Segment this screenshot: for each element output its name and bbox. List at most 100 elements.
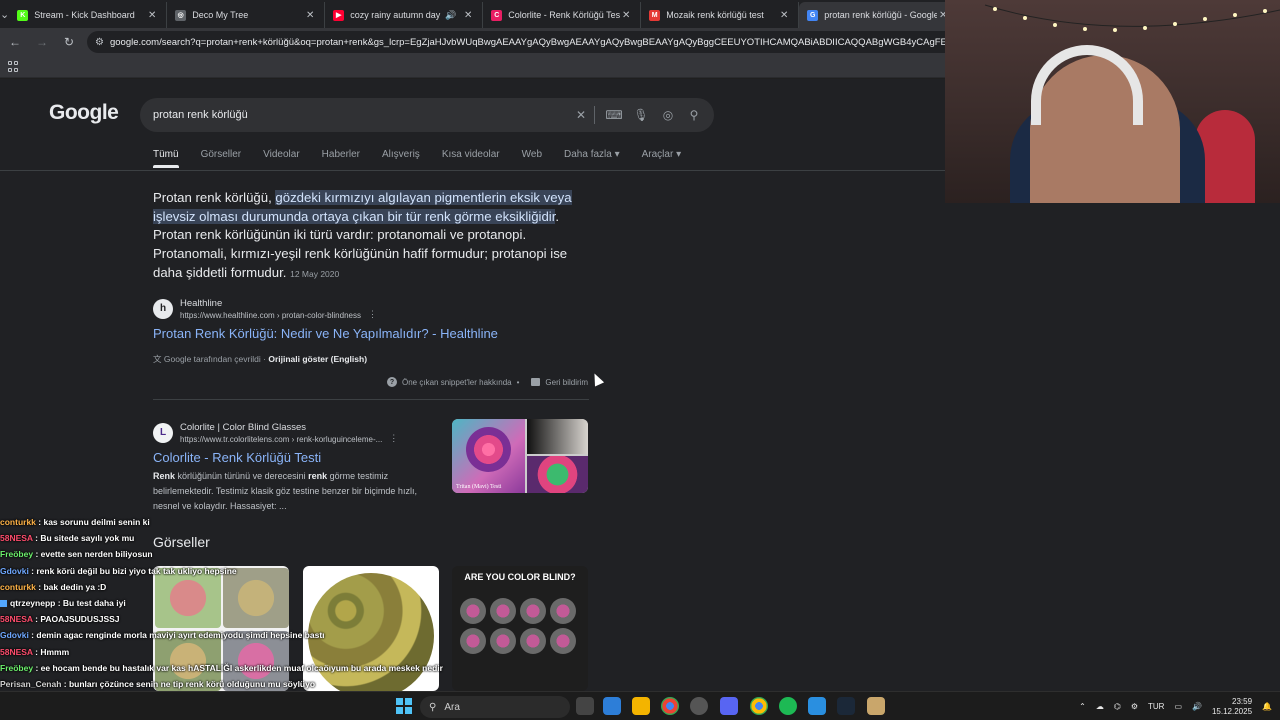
search-icon[interactable]: ⚲ bbox=[685, 106, 703, 124]
browser-tab[interactable]: ▶ cozy rainy autumn day 🔊 ✕ bbox=[325, 2, 484, 28]
chat-username[interactable]: Gdovki bbox=[0, 566, 29, 576]
task-view-icon[interactable] bbox=[576, 697, 594, 715]
result-link-healthline[interactable]: Protan Renk Körlüğü: Nedir ve Ne Yapılma… bbox=[153, 326, 498, 341]
chat-username[interactable]: 58NESA bbox=[0, 533, 33, 543]
search-tab[interactable]: Alışveriş bbox=[382, 149, 420, 168]
chat-text: PAOAJSUDUSJSSJ bbox=[40, 614, 120, 625]
chat-username[interactable]: Perisan_Cenah bbox=[0, 679, 61, 689]
tab-close-icon[interactable]: ✕ bbox=[304, 10, 316, 21]
chat-username[interactable]: Freöbey bbox=[0, 549, 33, 559]
apps-icon[interactable] bbox=[8, 61, 19, 72]
browser-tab[interactable]: K Stream - Kick Dashboard ✕ bbox=[9, 2, 168, 28]
feedback-link[interactable]: Geri bildirim bbox=[545, 378, 588, 387]
search-tab[interactable]: Videolar bbox=[263, 149, 300, 168]
steam-icon[interactable] bbox=[837, 697, 855, 715]
image-result-3[interactable]: ARE YOU COLOR BLIND? bbox=[452, 566, 588, 691]
taskbar-search[interactable]: ⚲ Ara bbox=[420, 696, 570, 718]
search-tab[interactable]: Araçlar ▾ bbox=[642, 149, 681, 168]
clear-icon[interactable]: ✕ bbox=[572, 106, 590, 124]
settings-icon[interactable]: ⚙ bbox=[1131, 702, 1138, 711]
volume-icon[interactable]: 🔊 bbox=[1192, 702, 1202, 711]
featured-snippet: Protan renk körlüğü, gözdeki kırmızıyı a… bbox=[153, 189, 593, 284]
discord-icon[interactable] bbox=[720, 697, 738, 715]
browser-tab[interactable]: C Colorlite - Renk Körlüğü Testi ✕ bbox=[483, 2, 642, 28]
lens-icon[interactable]: ◎ bbox=[659, 106, 677, 124]
browser-tabstrip: ⌄ K Stream - Kick Dashboard ✕ ◎ Deco My Tree… bbox=[0, 0, 958, 28]
spotify-icon[interactable] bbox=[779, 697, 797, 715]
network-icon[interactable]: ⌬ bbox=[1114, 702, 1121, 711]
chat-message: conturkk : bak dedin ya :D bbox=[0, 581, 107, 592]
chrome-active-icon[interactable] bbox=[750, 697, 768, 715]
back-icon[interactable]: ← bbox=[3, 30, 27, 54]
show-original-link[interactable]: Orijinali göster (English) bbox=[268, 354, 367, 364]
chat-username[interactable]: Freöbey bbox=[0, 663, 33, 673]
file-explorer-icon[interactable] bbox=[632, 697, 650, 715]
chat-text: kas sorunu deilmi senin ki bbox=[43, 517, 150, 527]
tab-close-icon[interactable]: ✕ bbox=[778, 10, 790, 21]
source-colorlite[interactable]: L Colorlite | Color Blind Glasses https:… bbox=[153, 421, 398, 444]
tab-favicon-icon: ▶ bbox=[333, 9, 345, 21]
google-logo[interactable]: Google bbox=[49, 101, 119, 125]
forward-icon[interactable]: → bbox=[30, 30, 54, 54]
chat-username[interactable]: Gdovki bbox=[0, 630, 29, 640]
search-tab[interactable]: Tümü bbox=[153, 149, 179, 168]
about-snippets-link[interactable]: Öne çıkan snippet'ler hakkında bbox=[402, 378, 512, 387]
tab-close-icon[interactable]: ✕ bbox=[462, 10, 474, 21]
tab-favicon-icon: C bbox=[491, 9, 503, 21]
search-tab[interactable]: Haberler bbox=[322, 149, 360, 168]
tab-favicon-icon: K bbox=[17, 9, 29, 21]
address-text: google.com/search?q=protan+renk+körlüğü&… bbox=[109, 36, 945, 48]
tab-favicon-icon: G bbox=[807, 9, 819, 21]
tab-search-icon[interactable]: ⌄ bbox=[0, 1, 9, 27]
search-tab[interactable]: Görseller bbox=[201, 149, 242, 168]
chat-text: bak dedin ya :D bbox=[43, 581, 107, 592]
chrome-icon[interactable] bbox=[661, 697, 679, 715]
chat-username[interactable]: conturkk bbox=[0, 582, 36, 592]
keyboard-icon[interactable]: ⌨ bbox=[605, 106, 623, 124]
chat-username[interactable]: conturkk bbox=[0, 517, 36, 527]
browser-tab[interactable]: M Mozaik renk körlüğü test ✕ bbox=[641, 2, 800, 28]
chat-username[interactable]: qtrzeynepp bbox=[10, 598, 55, 608]
chat-username[interactable]: 58NESA bbox=[0, 614, 33, 624]
clock[interactable]: 23:59 15.12.2025 bbox=[1212, 697, 1252, 717]
cloud-icon[interactable]: ☁ bbox=[1096, 702, 1104, 711]
chat-message: Gdovki : renk körü değil bu bizi yiyo ta… bbox=[0, 565, 237, 576]
result-link-colorlite[interactable]: Colorlite - Renk Körlüğü Testi bbox=[153, 450, 321, 465]
game-icon[interactable] bbox=[867, 697, 885, 715]
clock-date: 15.12.2025 bbox=[1211, 706, 1253, 716]
browser-tab[interactable]: ◎ Deco My Tree ✕ bbox=[167, 2, 326, 28]
windows-start-icon[interactable] bbox=[396, 698, 412, 714]
app-icon[interactable] bbox=[808, 697, 826, 715]
tab-title: Deco My Tree bbox=[192, 10, 249, 20]
translate-icon: 文 bbox=[153, 354, 162, 364]
notification-icon[interactable]: 🔔 bbox=[1262, 702, 1272, 711]
tab-audio-icon[interactable]: 🔊 bbox=[445, 10, 456, 21]
chat-username[interactable]: 58NESA bbox=[0, 647, 33, 657]
obs-icon[interactable] bbox=[690, 697, 708, 715]
source-name: Colorlite | Color Blind Glasses bbox=[180, 421, 307, 433]
search-input[interactable] bbox=[153, 109, 553, 121]
tab-close-icon[interactable]: ✕ bbox=[620, 10, 632, 21]
chevron-up-icon[interactable]: ⌃ bbox=[1079, 702, 1086, 711]
search-tab[interactable]: Kısa videolar bbox=[442, 149, 500, 168]
more-options-icon[interactable]: ⋮ bbox=[389, 433, 398, 444]
search-tab[interactable]: Daha fazla ▾ bbox=[564, 149, 620, 168]
reload-icon[interactable]: ↻ bbox=[57, 30, 81, 54]
search-tab[interactable]: Web bbox=[522, 149, 542, 168]
section-divider bbox=[153, 399, 589, 400]
source-healthline[interactable]: h Healthline https://www.healthline.com … bbox=[153, 297, 377, 320]
display-icon[interactable]: ▭ bbox=[1174, 702, 1182, 711]
microphone-icon[interactable]: 🎙 bbox=[632, 106, 650, 124]
result-thumbnail[interactable]: Tritan (Mavi) Testi bbox=[452, 419, 588, 493]
more-options-icon[interactable]: ⋮ bbox=[368, 309, 377, 320]
store-icon[interactable] bbox=[603, 697, 621, 715]
browser-tab[interactable]: Gprotan renk körlüğü - Google ✕ bbox=[799, 2, 958, 28]
tab-close-icon[interactable]: ✕ bbox=[146, 10, 158, 21]
tabs-divider bbox=[0, 170, 945, 171]
help-icon[interactable]: ? bbox=[387, 377, 397, 387]
site-info-icon[interactable]: ⚙ bbox=[95, 37, 104, 48]
language-indicator[interactable]: TUR bbox=[1148, 702, 1164, 711]
address-bar[interactable]: ⚙ google.com/search?q=protan+renk+körlüğ… bbox=[87, 31, 945, 53]
feedback-icon[interactable] bbox=[531, 378, 541, 386]
snippet-about-row: ? Öne çıkan snippet'ler hakkında • Geri … bbox=[387, 377, 588, 387]
